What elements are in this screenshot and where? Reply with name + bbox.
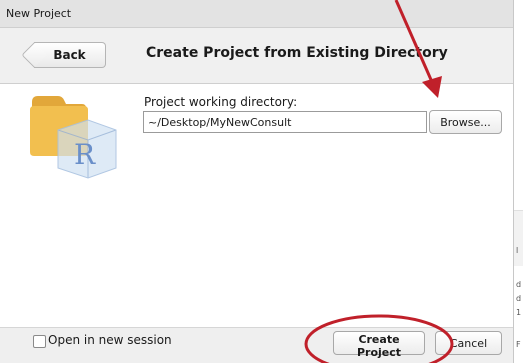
r-project-folder-icon: R <box>30 96 117 179</box>
wizard-header: Back Create Project from Existing Direct… <box>0 28 513 84</box>
back-button-label: Back <box>53 48 86 62</box>
background-text-fragment: 1 <box>516 308 522 317</box>
new-project-dialog: New Project Back Create Project from Exi… <box>0 0 514 363</box>
open-in-new-session-checkbox[interactable] <box>33 335 46 348</box>
open-in-new-session-label[interactable]: Open in new session <box>48 333 172 347</box>
background-window-edge: l d d 1 F <box>514 0 523 363</box>
dialog-titlebar: New Project <box>0 0 513 28</box>
cancel-button[interactable]: Cancel <box>435 331 502 355</box>
back-button[interactable]: Back <box>34 42 106 68</box>
working-directory-input[interactable] <box>143 111 427 133</box>
background-text-fragment: l <box>516 246 519 255</box>
background-text-fragment: d <box>516 294 522 303</box>
r-logo-icon: R <box>74 138 96 171</box>
background-text-fragment: F <box>516 340 521 349</box>
create-project-button[interactable]: Create Project <box>333 331 425 359</box>
dialog-title: New Project <box>6 7 72 20</box>
page-title: Create Project from Existing Directory <box>146 45 448 61</box>
background-toolbar <box>514 210 523 266</box>
background-text-fragment: d <box>516 280 522 289</box>
working-directory-label: Project working directory: <box>144 95 298 109</box>
browse-button[interactable]: Browse... <box>429 110 502 134</box>
